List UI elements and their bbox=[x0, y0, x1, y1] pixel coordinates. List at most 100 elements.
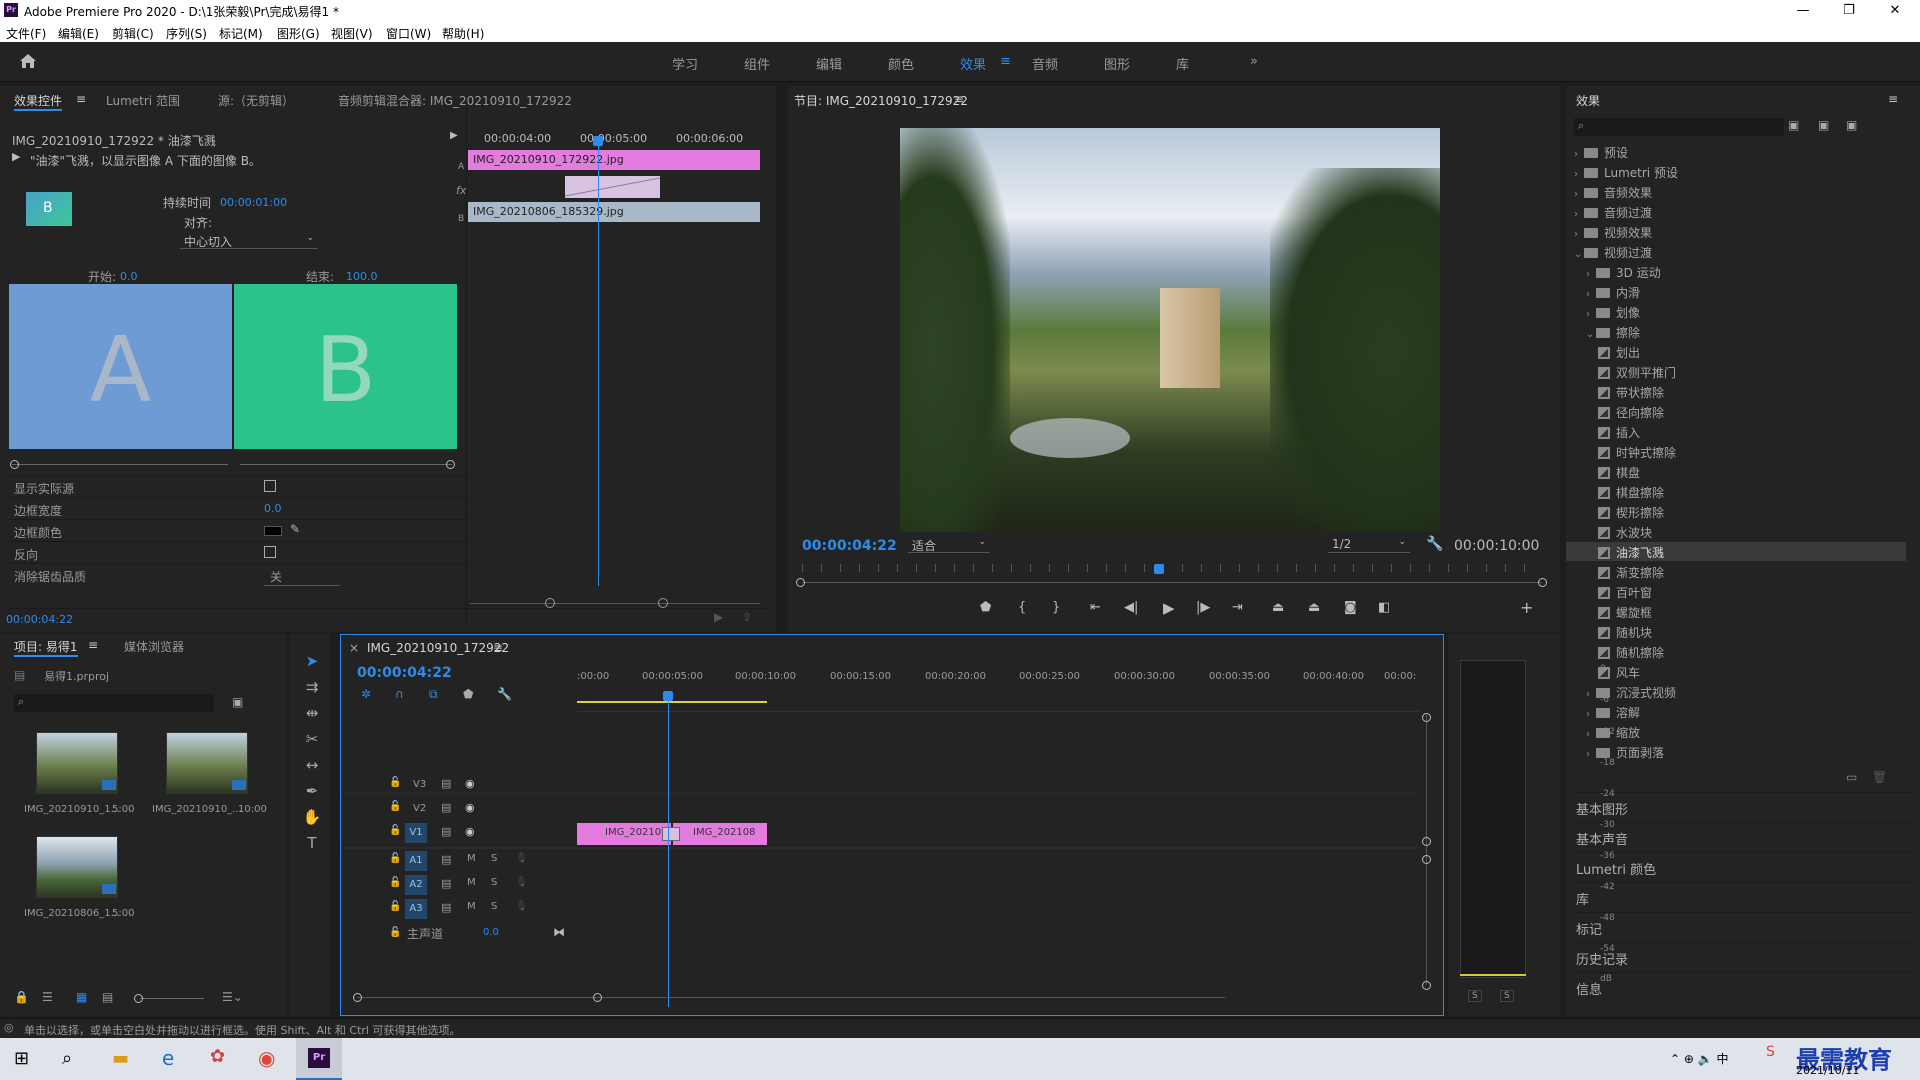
tab-lumetri-scopes[interactable]: Lumetri 范围 bbox=[106, 92, 180, 109]
effects-folder[interactable]: › 视频效果 bbox=[1566, 222, 1906, 241]
step-forward-icon[interactable]: |▶ bbox=[1196, 600, 1210, 615]
ws-editing[interactable]: 编辑 bbox=[816, 54, 842, 73]
ws-libraries[interactable]: 库 bbox=[1176, 54, 1189, 73]
export-icon[interactable]: ⇪ bbox=[742, 610, 752, 624]
chevron-right-icon[interactable]: › bbox=[1574, 189, 1584, 200]
timeline-playhead[interactable] bbox=[668, 693, 669, 1007]
scroll-handle[interactable] bbox=[1422, 855, 1431, 864]
new-bin-icon[interactable]: ▣ bbox=[232, 695, 243, 709]
clip-b-bar[interactable]: IMG_20210806_185329.jpg bbox=[468, 202, 760, 222]
solo-right-button[interactable]: S bbox=[1500, 990, 1514, 1002]
effects-folder[interactable]: › 缩放 bbox=[1566, 722, 1906, 741]
master-volume-value[interactable]: 0.0 bbox=[483, 927, 499, 938]
chevron-right-icon[interactable]: › bbox=[1574, 149, 1584, 160]
effects-item[interactable]: 棋盘擦除 bbox=[1566, 482, 1906, 501]
effects-item[interactable]: 百叶窗 bbox=[1566, 582, 1906, 601]
play-icon[interactable]: ▶ bbox=[1163, 599, 1175, 617]
nest-icon[interactable]: ✲ bbox=[361, 687, 371, 701]
close-tab-icon[interactable]: × bbox=[349, 641, 359, 655]
timeline-vscroll[interactable] bbox=[1426, 715, 1427, 985]
align-select[interactable]: 中心切入 ⌄ bbox=[180, 232, 318, 249]
effects-item[interactable]: 划出 bbox=[1566, 342, 1906, 361]
file-explorer-icon[interactable]: ▬ bbox=[112, 1048, 129, 1069]
chevron-right-icon[interactable]: › bbox=[1574, 229, 1584, 240]
ws-color[interactable]: 颜色 bbox=[888, 54, 914, 73]
effects-folder[interactable]: › Lumetri 预设 bbox=[1566, 162, 1906, 181]
list-view-icon[interactable]: ☰ bbox=[42, 990, 53, 1004]
chevron-right-icon[interactable]: › bbox=[1586, 729, 1596, 740]
more-workspaces-icon[interactable]: » bbox=[1250, 54, 1258, 69]
ws-effects[interactable]: 效果 bbox=[960, 54, 986, 73]
ime-icon[interactable]: S bbox=[1766, 1044, 1775, 1060]
lock-icon[interactable]: 🔓 bbox=[389, 801, 401, 812]
sync-icon[interactable]: ▤ bbox=[441, 825, 451, 838]
zoom-slider[interactable] bbox=[140, 998, 204, 999]
menu-edit[interactable]: 编辑(E) bbox=[58, 25, 99, 42]
tray-icons[interactable]: ⌃ ⊕ 🔈 中 bbox=[1670, 1050, 1729, 1067]
linked-selection-icon[interactable]: ⧉ bbox=[429, 687, 438, 702]
master-toggle-icon[interactable]: ⧓ bbox=[553, 925, 565, 939]
effects-item[interactable]: 随机擦除 bbox=[1566, 642, 1906, 661]
chevron-right-icon[interactable]: › bbox=[1586, 309, 1596, 320]
chevron-right-icon[interactable]: › bbox=[1586, 289, 1596, 300]
scroll-handle[interactable] bbox=[1538, 578, 1547, 587]
effects-search-input[interactable]: ⌕ bbox=[1574, 118, 1784, 136]
lock-icon[interactable]: 🔓 bbox=[389, 901, 401, 912]
sync-icon[interactable]: ▤ bbox=[441, 853, 451, 866]
effects-item[interactable]: 风车 bbox=[1566, 662, 1906, 681]
menu-marker[interactable]: 标记(M) bbox=[219, 25, 263, 42]
effects-folder[interactable]: › 预设 bbox=[1566, 142, 1906, 161]
mark-out-icon[interactable]: } bbox=[1052, 600, 1060, 615]
minimize-icon[interactable]: — bbox=[1780, 0, 1826, 22]
go-to-in-icon[interactable]: ⇤ bbox=[1090, 600, 1101, 615]
fit-select[interactable]: 适合 ⌄ bbox=[908, 536, 990, 553]
edge-icon[interactable]: e bbox=[162, 1046, 174, 1070]
solo-button[interactable]: S bbox=[491, 853, 497, 864]
accelerated-effects-icon[interactable]: ▣ bbox=[1788, 118, 1799, 132]
scroll-handle[interactable] bbox=[1422, 981, 1431, 990]
mic-icon[interactable]: 🎙 bbox=[515, 853, 528, 864]
tab-project[interactable]: 项目: 易得1 bbox=[14, 638, 78, 657]
lock-icon[interactable]: 🔓 bbox=[389, 825, 401, 836]
show-actual-sources-checkbox[interactable] bbox=[264, 480, 276, 492]
eye-icon[interactable]: ◉ bbox=[465, 777, 475, 790]
mic-icon[interactable]: 🎙 bbox=[515, 901, 528, 912]
scroll-handle[interactable] bbox=[545, 598, 555, 608]
track-label-a3[interactable]: A3 bbox=[405, 899, 427, 919]
track-label-v1[interactable]: V1 bbox=[405, 823, 427, 843]
section-libraries[interactable]: 库 bbox=[1572, 882, 1912, 910]
program-timecode[interactable]: 00:00:04:22 bbox=[802, 538, 897, 554]
sync-icon[interactable]: ▤ bbox=[441, 777, 451, 790]
solo-button[interactable]: S bbox=[491, 877, 497, 888]
effects-folder[interactable]: › 音频过渡 bbox=[1566, 202, 1906, 221]
tab-audio-clip-mixer[interactable]: 音频剪辑混合器: IMG_20210910_172922 bbox=[338, 92, 572, 109]
ws-learn[interactable]: 学习 bbox=[672, 54, 698, 73]
ws-graphics[interactable]: 图形 bbox=[1104, 54, 1130, 73]
section-essential-graphics[interactable]: 基本图形 bbox=[1572, 792, 1912, 820]
end-slider-handle[interactable] bbox=[446, 460, 455, 469]
effects-item[interactable]: 油漆飞溅 bbox=[1566, 542, 1906, 561]
effects-folder[interactable]: › 页面剥落 bbox=[1566, 742, 1906, 761]
mini-scrollbar[interactable] bbox=[470, 603, 760, 604]
effects-item[interactable]: 棋盘 bbox=[1566, 462, 1906, 481]
sort-icon[interactable]: ☰⌄ bbox=[222, 990, 243, 1004]
camera-icon[interactable]: ◙ bbox=[1344, 600, 1357, 615]
menu-file[interactable]: 文件(F) bbox=[6, 25, 46, 42]
eye-icon[interactable]: ◉ bbox=[465, 825, 475, 838]
program-title[interactable]: 节目: IMG_20210910_172922 bbox=[794, 92, 968, 109]
effects-item[interactable]: 径向擦除 bbox=[1566, 402, 1906, 421]
section-history[interactable]: 历史记录 bbox=[1572, 942, 1912, 970]
razor-tool-icon[interactable]: ✂ bbox=[300, 730, 324, 752]
start-slider[interactable] bbox=[12, 464, 228, 465]
scroll-handle[interactable] bbox=[796, 578, 805, 587]
icon-view-icon[interactable]: ▦ bbox=[76, 990, 87, 1004]
panel-menu-icon[interactable]: ≡ bbox=[76, 92, 86, 106]
solo-left-button[interactable]: S bbox=[1468, 990, 1482, 1002]
effects-folder[interactable]: ⌄ 擦除 bbox=[1566, 322, 1906, 341]
effects-folder[interactable]: › 内滑 bbox=[1566, 282, 1906, 301]
transition-marker[interactable] bbox=[662, 827, 680, 841]
lock-icon[interactable]: 🔓 bbox=[389, 877, 401, 888]
tab-source[interactable]: 源:（无剪辑） bbox=[218, 92, 294, 109]
eye-icon[interactable]: ◉ bbox=[465, 801, 475, 814]
tab-media-browser[interactable]: 媒体浏览器 bbox=[124, 638, 184, 655]
